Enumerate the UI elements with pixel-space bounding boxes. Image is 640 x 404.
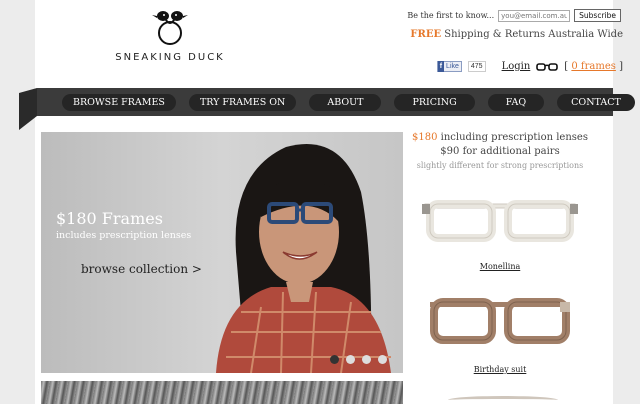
product-image-glasses [422, 200, 578, 242]
brand-name: SNEAKING DUCK [115, 52, 225, 63]
facebook-like-label: Like [446, 63, 459, 70]
logo[interactable]: SNEAKING DUCK [115, 6, 225, 63]
product-card[interactable]: Birthday suit [410, 290, 590, 374]
nav-faq[interactable]: FAQ [487, 93, 545, 111]
newsletter-form: Be the first to know... Subscribe [407, 9, 621, 22]
carousel-dot[interactable] [378, 355, 387, 364]
hero-title: $180 Frames [56, 209, 163, 228]
carousel-dot[interactable] [346, 355, 355, 364]
promo-line-1: $180 including prescription lenses [410, 132, 590, 143]
main-nav: BROWSE FRAMES TRY FRAMES ON ABOUT PRICIN… [37, 88, 635, 116]
shipping-banner: FREE Shipping & Returns Australia Wide [410, 29, 623, 40]
login-link[interactable]: Login [502, 61, 531, 72]
duck-logo-icon [152, 11, 188, 45]
carousel-dots [330, 355, 387, 364]
promo-line-1-text: including prescription lenses [437, 132, 588, 143]
product-card[interactable]: Monellina [410, 192, 590, 271]
newsletter-label: Be the first to know... [407, 11, 495, 20]
hero-model-image [216, 144, 391, 373]
email-field[interactable] [498, 9, 571, 22]
hero-banner[interactable]: $180 Frames includes prescription lenses… [41, 132, 403, 373]
nav-contact[interactable]: CONTACT [557, 93, 635, 111]
carousel-dot[interactable] [362, 355, 371, 364]
product-name[interactable]: Birthday suit [410, 365, 590, 374]
promo-line-3: slightly different for strong prescripti… [416, 161, 584, 170]
frames-cart-close: ] [615, 61, 623, 72]
carousel-dot[interactable] [330, 355, 339, 364]
facebook-like-button[interactable]: f Like [436, 61, 462, 72]
pricing-sidebar: $180 including prescription lenses $90 f… [410, 132, 590, 170]
glasses-icon [536, 62, 559, 71]
frames-cart-link[interactable]: 0 frames [571, 61, 616, 72]
nav-pricing[interactable]: PRICING [394, 93, 475, 111]
nav-try-frames-on[interactable]: TRY FRAMES ON [188, 93, 297, 111]
hero-subtitle: includes prescription lenses [56, 230, 192, 241]
product-card-partial [448, 396, 558, 404]
promo-price: $180 [412, 132, 438, 143]
secondary-banner-image[interactable] [41, 381, 403, 404]
nav-about[interactable]: ABOUT [309, 93, 382, 111]
account-toolbar: f Like 475 Login [ 0 frames ] [436, 61, 623, 72]
promo-line-2: $90 for additional pairs [440, 146, 560, 157]
shipping-text: Shipping & Returns Australia Wide [441, 29, 623, 40]
nav-browse-frames[interactable]: BROWSE FRAMES [62, 93, 176, 111]
product-name[interactable]: Monellina [410, 262, 590, 271]
browse-collection-link[interactable]: browse collection > [81, 262, 202, 276]
shipping-free: FREE [410, 29, 442, 40]
product-image-glasses [430, 298, 570, 344]
frames-cart: [ 0 frames ] [564, 61, 623, 72]
subscribe-button[interactable]: Subscribe [574, 9, 621, 22]
facebook-like-count: 475 [467, 61, 486, 72]
